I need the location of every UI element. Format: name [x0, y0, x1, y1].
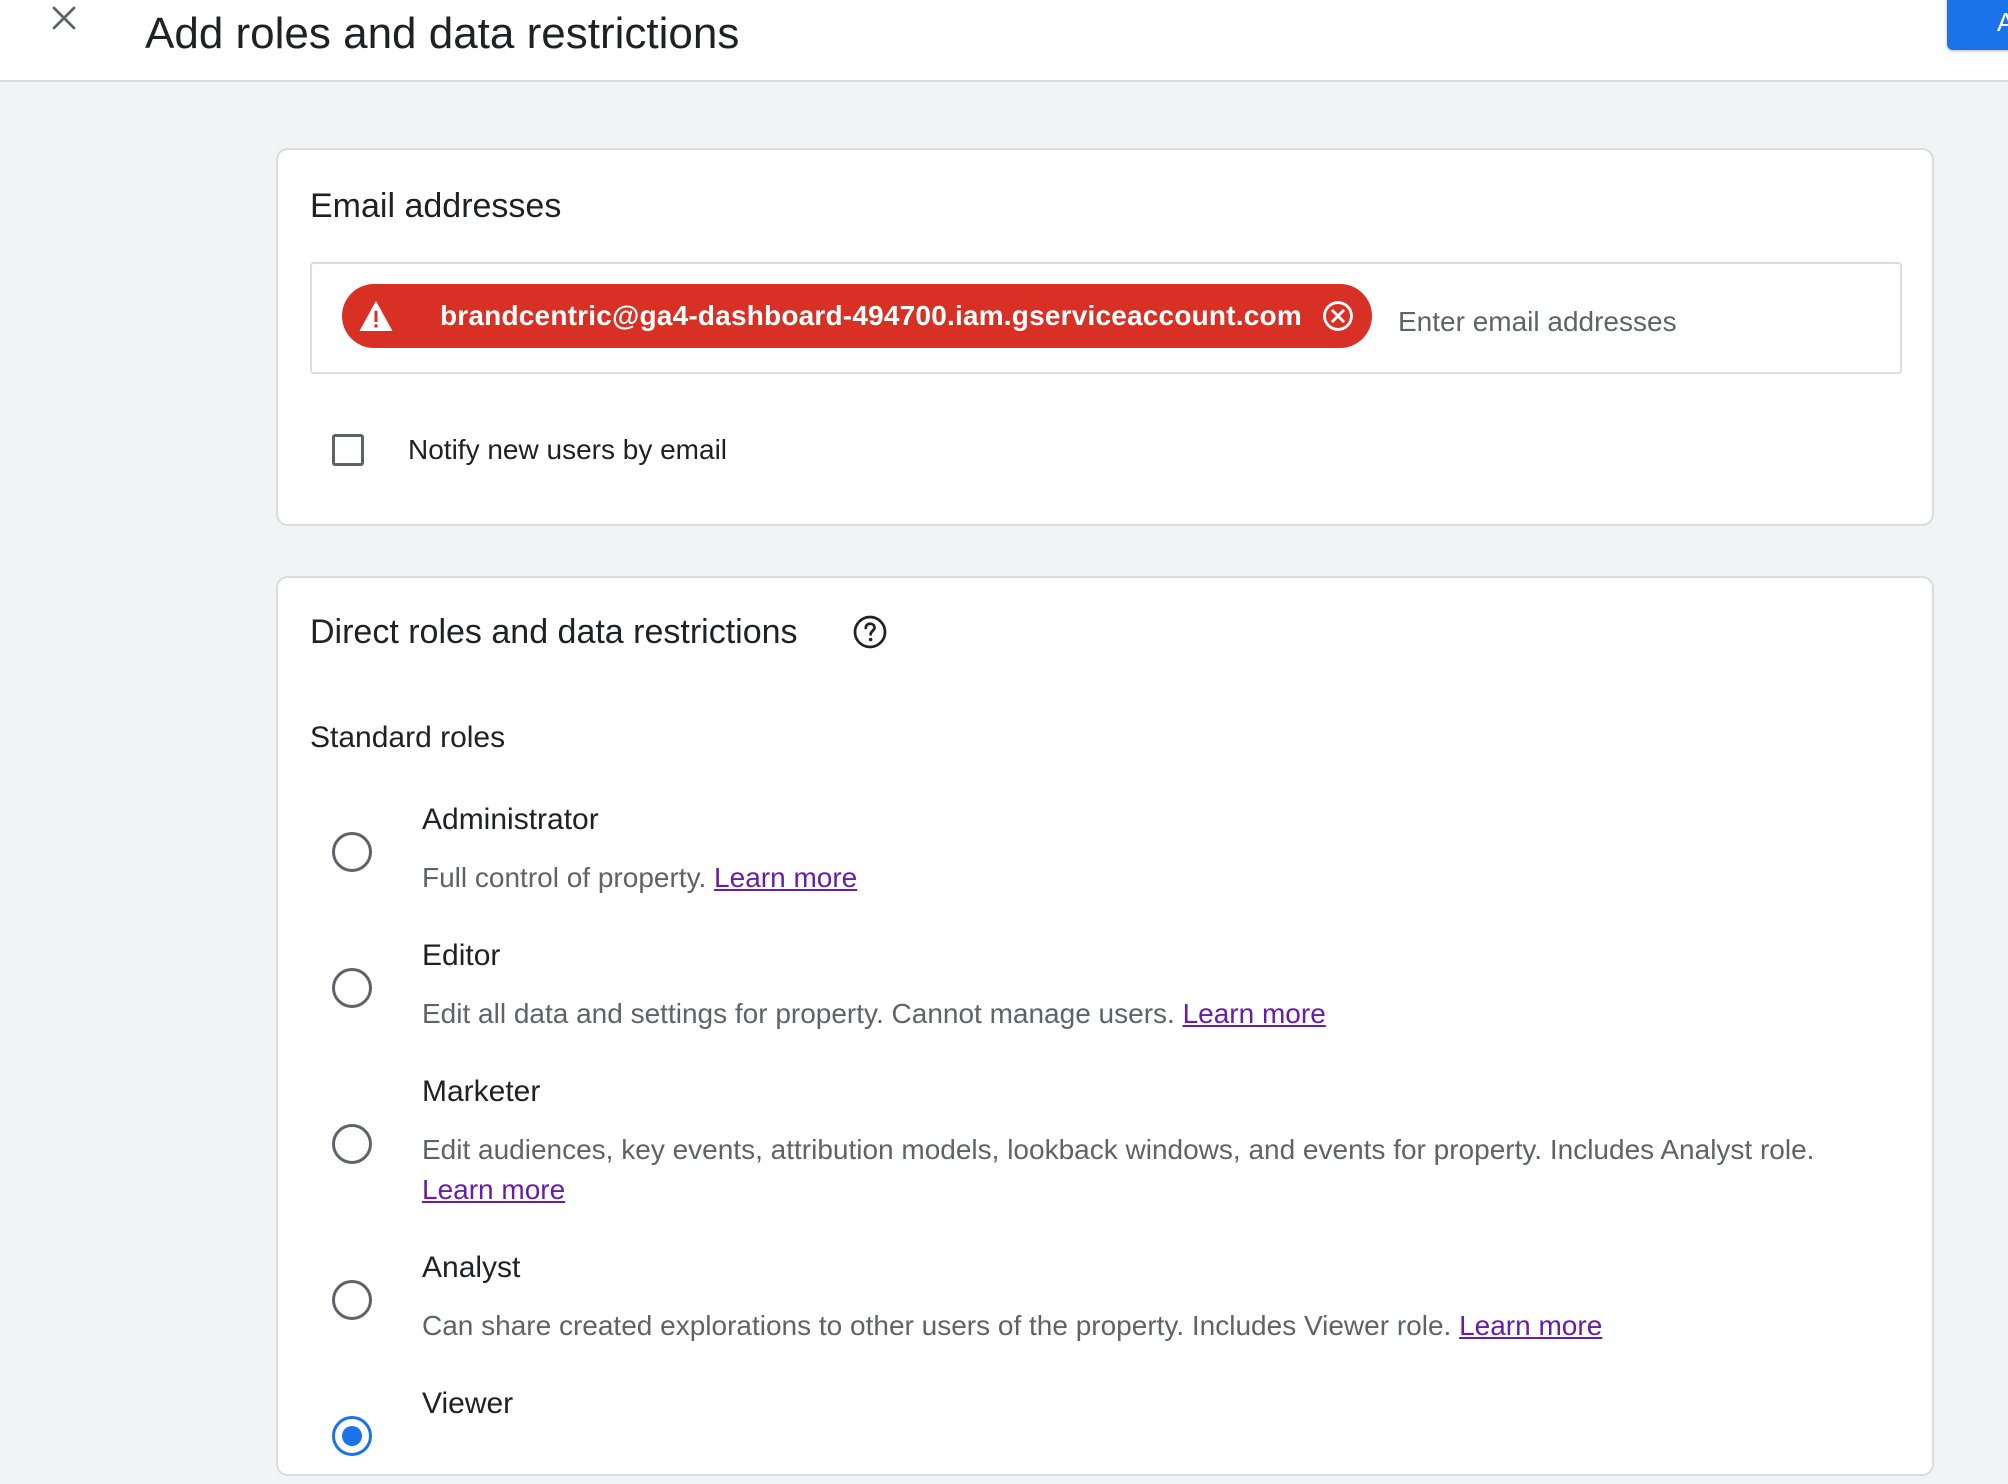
learn-more-link[interactable]: Learn more: [1459, 1310, 1602, 1341]
roles-card-title: Direct roles and data restrictions: [310, 613, 798, 651]
role-description: Full control of property. Learn more: [422, 858, 1892, 898]
role-option-viewer[interactable]: Viewer: [332, 1384, 1912, 1484]
role-name: Marketer: [422, 1075, 541, 1108]
role-description: Edit all data and settings for property.…: [422, 994, 1892, 1034]
role-description-text: Edit all data and settings for property.…: [422, 998, 1183, 1029]
notify-users-option[interactable]: Notify new users by email: [332, 434, 727, 466]
email-input[interactable]: [1398, 302, 1878, 342]
role-description: Can share created explorations to other …: [422, 1306, 1892, 1346]
role-option-analyst[interactable]: Analyst Can share created explorations t…: [332, 1248, 1912, 1348]
warning-icon: [358, 298, 394, 334]
close-button[interactable]: [40, 0, 88, 36]
role-name: Viewer: [422, 1387, 514, 1420]
role-description-text: Full control of property.: [422, 862, 715, 893]
role-name: Editor: [422, 939, 501, 972]
email-addresses-card: Email addresses brandcentric@ga4-dashboa…: [276, 148, 1934, 526]
dialog-header: Add roles and data restrictions A: [0, 0, 2008, 82]
role-description-text: Edit audiences, key events, attribution …: [422, 1134, 1815, 1165]
page-title: Add roles and data restrictions: [145, 9, 740, 58]
role-description: Edit audiences, key events, attribution …: [422, 1130, 1892, 1210]
radio-analyst[interactable]: [332, 1280, 372, 1320]
radio-viewer[interactable]: [332, 1416, 372, 1456]
email-input-box[interactable]: brandcentric@ga4-dashboard-494700.iam.gs…: [310, 262, 1902, 374]
role-option-editor[interactable]: Editor Edit all data and settings for pr…: [332, 936, 1912, 1036]
add-button[interactable]: A: [1947, 0, 2008, 50]
radio-editor[interactable]: [332, 968, 372, 1008]
email-chip[interactable]: brandcentric@ga4-dashboard-494700.iam.gs…: [342, 284, 1372, 348]
email-chip-address: brandcentric@ga4-dashboard-494700.iam.gs…: [440, 300, 1302, 331]
radio-marketer[interactable]: [332, 1124, 372, 1164]
role-name: Administrator: [422, 803, 599, 836]
learn-more-link[interactable]: Learn more: [1183, 998, 1326, 1029]
radio-administrator[interactable]: [332, 832, 372, 872]
notify-users-checkbox[interactable]: [332, 434, 364, 466]
role-option-administrator[interactable]: Administrator Full control of property. …: [332, 800, 1912, 900]
learn-more-link[interactable]: Learn more: [422, 1174, 565, 1205]
cancel-circle-icon: [1323, 301, 1353, 331]
close-icon: [52, 6, 76, 30]
role-description-text: Can share created explorations to other …: [422, 1310, 1460, 1341]
learn-more-link[interactable]: Learn more: [714, 862, 857, 893]
remove-email-button[interactable]: [1320, 298, 1356, 334]
role-option-marketer[interactable]: Marketer Edit audiences, key events, att…: [332, 1072, 1912, 1212]
email-card-title: Email addresses: [310, 187, 562, 225]
notify-users-label: Notify new users by email: [408, 434, 728, 465]
direct-roles-card: Direct roles and data restrictions Stand…: [276, 576, 1934, 1476]
standard-roles-heading: Standard roles: [310, 721, 506, 754]
help-circle-icon[interactable]: [852, 614, 888, 650]
role-name: Analyst: [422, 1251, 521, 1284]
